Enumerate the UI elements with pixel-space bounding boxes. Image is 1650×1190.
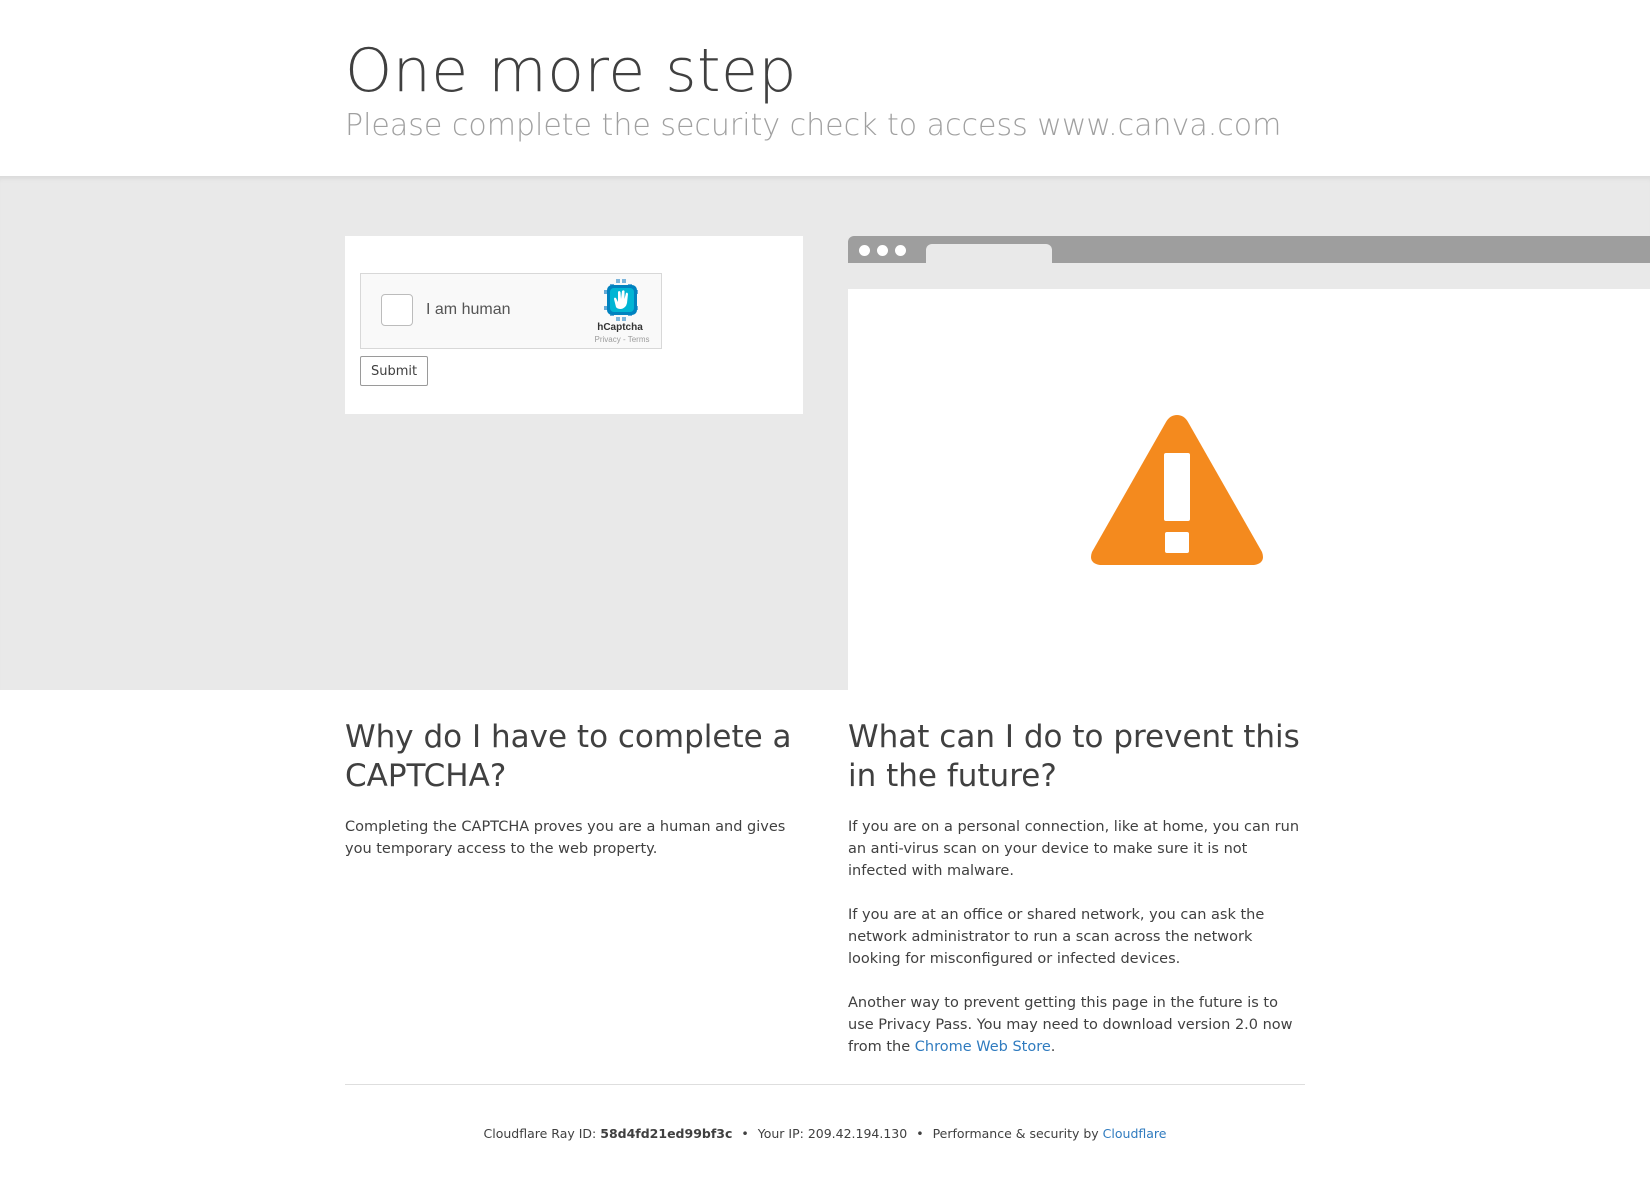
cloudflare-link[interactable]: Cloudflare <box>1103 1126 1167 1141</box>
chrome-web-store-link[interactable]: Chrome Web Store <box>915 1039 1051 1055</box>
header: One more step Please complete the securi… <box>0 0 1650 176</box>
prevent-paragraph-3: Another way to prevent getting this page… <box>848 992 1308 1058</box>
footer-bullet: • <box>916 1126 924 1141</box>
ray-id-label: Cloudflare Ray ID: <box>483 1126 597 1141</box>
performance-label: Performance & security by <box>932 1126 1099 1141</box>
why-body: Completing the CAPTCHA proves you are a … <box>345 819 786 857</box>
footer-divider <box>345 1084 1305 1085</box>
prevent-heading: What can I do to prevent this in the fut… <box>848 719 1300 794</box>
hcaptcha-brand: hCaptcha <box>597 322 643 333</box>
why-section: Why do I have to complete a CAPTCHA? Com… <box>345 718 805 882</box>
hcaptcha-checkbox[interactable] <box>381 294 413 326</box>
browser-dot <box>859 245 870 256</box>
ip-value: 209.42.194.130 <box>807 1126 908 1141</box>
prevent-paragraph-2: If you are at an office or shared networ… <box>848 907 1265 967</box>
prevent-section: What can I do to prevent this in the fut… <box>848 718 1308 1080</box>
footer-bullet: • <box>741 1126 749 1141</box>
browser-address-area <box>848 263 1650 289</box>
prevent-paragraph-3-end: . <box>1050 1039 1056 1055</box>
hcaptcha-links: Privacy - Terms <box>581 335 663 344</box>
submit-button[interactable]: Submit <box>360 356 429 386</box>
hcaptcha-logo-icon <box>604 279 638 321</box>
browser-toolbar <box>848 236 1650 263</box>
page-title: One more step <box>345 36 798 106</box>
browser-tab <box>926 244 1052 263</box>
captcha-card: I am human hCaptcha Privacy - Terms Subm… <box>345 236 803 414</box>
browser-illustration <box>848 236 1650 690</box>
page-subtitle: Please complete the security check to ac… <box>345 108 1282 143</box>
hcaptcha-terms-link[interactable]: Terms <box>628 335 650 344</box>
hcaptcha-links-separator: - <box>622 335 626 344</box>
warning-triangle-icon <box>1091 415 1263 565</box>
browser-dot <box>895 245 906 256</box>
hcaptcha-privacy-link[interactable]: Privacy <box>595 335 621 344</box>
browser-dot <box>877 245 888 256</box>
ip-label: Your IP: <box>757 1126 804 1141</box>
prevent-paragraph-1: If you are on a personal connection, lik… <box>848 819 1300 879</box>
browser-body <box>848 289 1650 690</box>
hcaptcha-widget[interactable]: I am human hCaptcha Privacy - Terms <box>360 273 662 349</box>
why-heading: Why do I have to complete a CAPTCHA? <box>345 719 792 794</box>
ray-id-value: 58d4fd21ed99bf3c <box>600 1126 733 1141</box>
hcaptcha-label: I am human <box>426 301 511 318</box>
footer: Cloudflare Ray ID: 58d4fd21ed99bf3c • Yo… <box>0 1126 1650 1141</box>
